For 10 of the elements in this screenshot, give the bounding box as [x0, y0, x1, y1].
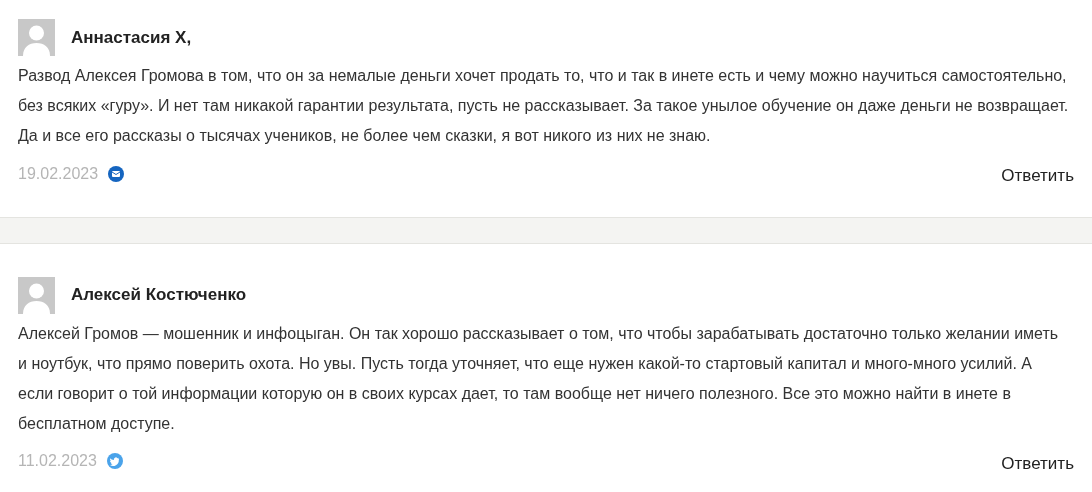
comment-text: Развод Алексея Громова в том, что он за немалые деньги хочет продать то, что и так в инете есть и чему можно научиться самостоятельно, без всяких «гуру». И нет там никакой гарантии результата, пусть не рассказывает. За такое унылое обучение он даже деньги не возвращает. Да и все его рассказы о тысячах учеников, не более чем сказки, я вот никого из них не знаю.	[18, 66, 1070, 146]
reply-link[interactable]: Ответить	[1001, 450, 1074, 476]
comment-date: 11.02.2023	[18, 451, 97, 472]
author-name: Алексей Костюченко	[71, 284, 247, 307]
author-name: Аннастасия Х,	[71, 26, 192, 49]
comment-date: 19.02.2023	[18, 163, 99, 184]
comment-text: Алексей Громов — мошенник и инфоцыган. Он так хорошо рассказывает о том, что чтобы зарабатывать достаточно только желании иметь и ноутбук, что прямо поверить охота. Но увы. Пусть тогда уточняет, что еще нужен какой-то стартовый капитал и много-много усилий. А если говорит о той информации которую он в своих курсах дает, то там вообще нет ничего полезного. Все это можно найти в инете в бесплатном доступе.	[18, 323, 1060, 434]
avatar-icon	[18, 19, 55, 56]
reply-link[interactable]: Ответить	[1001, 163, 1074, 189]
avatar-icon	[18, 276, 55, 314]
